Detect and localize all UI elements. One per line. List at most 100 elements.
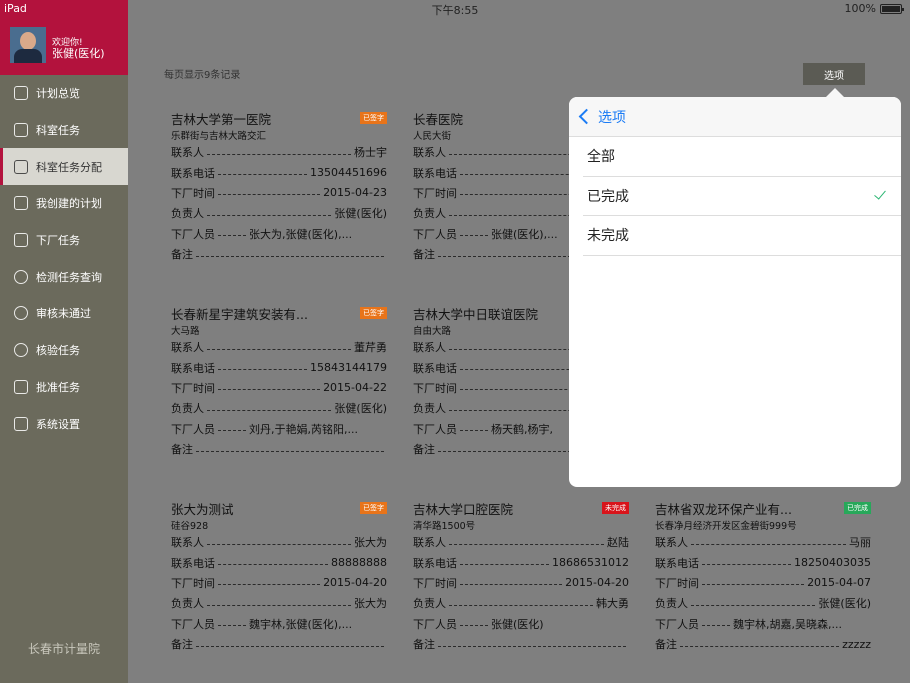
- filter-option-all[interactable]: 全部: [583, 137, 901, 177]
- field-row-note: 备注: [171, 439, 387, 459]
- option-label: 未完成: [587, 228, 629, 245]
- field-row-date: 下厂时间 2015-04-20: [413, 573, 629, 593]
- leader-line: [218, 584, 321, 586]
- field-value: 魏宇林,胡嘉,吴晓森,...: [733, 617, 842, 631]
- sidebar-item-dept-task-assign[interactable]: 科室任务分配: [0, 148, 128, 186]
- field-row-phone: 联系电话 18250403035: [655, 552, 871, 572]
- task-card[interactable]: 张大为测试 已签字 硅谷928 联系人 张大为 联系电话 88888888 下厂时间 2015-…: [171, 500, 387, 654]
- card-header: 张大为测试 已签字: [171, 500, 387, 517]
- sidebar-item-approve-tasks[interactable]: 批准任务: [0, 369, 128, 406]
- card-header: 吉林大学第一医院 已签字: [171, 110, 387, 127]
- leader-line: [218, 235, 246, 237]
- checkmark-icon: [874, 187, 886, 200]
- field-label: 联系电话: [655, 556, 699, 570]
- status-badge: 已签字: [360, 112, 387, 124]
- leader-line: [207, 348, 351, 350]
- field-row-note: 备注: [413, 634, 629, 654]
- task-card[interactable]: 长春新星宇建筑安装有... 已签字 大马路 联系人 董芹勇 联系电话 15843144179…: [171, 305, 387, 459]
- field-row-owner: 负责人 张健(医化): [171, 398, 387, 418]
- leader-line: [218, 564, 328, 566]
- task-card[interactable]: 吉林省双龙环保产业有... 已完成 长春净月经济开发区金碧街999号 联系人 马丽 联系电…: [655, 500, 871, 654]
- field-label: 下厂人员: [655, 617, 699, 631]
- sidebar-item-plan-overview[interactable]: 计划总览: [0, 75, 128, 112]
- task-card[interactable]: 吉林大学第一医院 已签字 乐群街与吉林大路交汇 联系人 杨士宇 联系电话 135044516…: [171, 110, 387, 264]
- leader-line: [196, 255, 384, 257]
- field-label: 备注: [413, 638, 435, 652]
- sidebar-item-verify-tasks[interactable]: 核验任务: [0, 332, 128, 369]
- card-address: 长春净月经济开发区金碧街999号: [655, 521, 797, 532]
- card-address: 乐群街与吉林大路交汇: [171, 131, 267, 142]
- card-header: 吉林大学口腔医院 未完成: [413, 500, 629, 517]
- field-row-note: 备注 zzzzz: [655, 634, 871, 654]
- field-label: 联系电话: [171, 166, 215, 180]
- sidebar-item-dept-tasks[interactable]: 科室任务: [0, 112, 128, 149]
- field-row-date: 下厂时间 2015-04-22: [171, 378, 387, 398]
- field-label: 备注: [655, 638, 677, 652]
- field-label: 负责人: [171, 597, 204, 611]
- inbox-icon: [14, 159, 28, 174]
- sidebar: 欢迎你! 张健(医化) 计划总览 科室任务 科室任务分配 我创建的计划 下厂任务…: [0, 0, 128, 683]
- sidebar-item-test-query[interactable]: 检测任务查询: [0, 258, 128, 295]
- popover-back-button[interactable]: 选项: [569, 97, 901, 137]
- field-row-contact: 联系人 赵陆: [413, 532, 629, 552]
- field-label: 下厂人员: [171, 227, 215, 241]
- sidebar-item-settings[interactable]: 系统设置: [0, 405, 128, 442]
- field-row-note: 备注: [171, 244, 387, 264]
- card-title: 吉林大学第一医院: [171, 111, 272, 127]
- option-label: 全部: [587, 149, 615, 166]
- avatar: [10, 27, 46, 63]
- leader-line: [460, 584, 563, 586]
- leader-line: [702, 584, 805, 586]
- leader-line: [207, 409, 332, 411]
- field-row-note: 备注: [171, 634, 387, 654]
- leader-line: [680, 645, 840, 647]
- field-label: 联系电话: [171, 361, 215, 375]
- factory-icon: [14, 233, 28, 248]
- card-title: 吉林大学口腔医院: [413, 501, 514, 517]
- chevron-left-icon: [578, 108, 595, 125]
- status-badge: 已签字: [360, 502, 387, 514]
- field-value: 2015-04-20: [323, 576, 387, 590]
- field-value: 魏宇林,张健(医化),...: [249, 617, 353, 631]
- sidebar-item-my-plans[interactable]: 我创建的计划: [0, 185, 128, 222]
- field-row-contact: 联系人 董芹勇: [171, 337, 387, 357]
- field-value: 2015-04-23: [323, 186, 387, 200]
- field-label: 联系人: [413, 341, 446, 355]
- field-label: 联系电话: [413, 361, 457, 375]
- leader-line: [702, 564, 792, 566]
- field-label: 负责人: [413, 597, 446, 611]
- options-button[interactable]: 选项: [803, 63, 865, 85]
- field-value: 张健(医化): [334, 207, 387, 221]
- card-address: 硅谷928: [171, 521, 209, 532]
- field-value: 2015-04-07: [807, 576, 871, 590]
- filter-option-incomplete[interactable]: 未完成: [583, 216, 901, 256]
- per-page-label: 每页显示9条记录: [164, 70, 241, 81]
- sidebar-item-factory-tasks[interactable]: 下厂任务: [0, 222, 128, 259]
- field-label: 联系人: [413, 146, 446, 160]
- field-label: 负责人: [171, 402, 204, 416]
- leader-line: [196, 450, 384, 452]
- battery-percent: 100%: [844, 2, 876, 15]
- leader-line: [218, 174, 308, 176]
- option-label: 已完成: [587, 188, 629, 205]
- field-value: 马丽: [849, 536, 871, 550]
- field-label: 下厂时间: [171, 576, 215, 590]
- battery-icon: [880, 3, 904, 14]
- sidebar-item-review-failed[interactable]: 审核未通过: [0, 295, 128, 332]
- filter-option-completed[interactable]: 已完成: [583, 177, 901, 216]
- field-value: 18686531012: [552, 556, 629, 570]
- field-label: 下厂人员: [171, 422, 215, 436]
- field-row-phone: 联系电话 88888888: [171, 552, 387, 572]
- sidebar-item-label: 我创建的计划: [36, 197, 102, 211]
- field-label: 下厂时间: [413, 381, 457, 395]
- approve-icon: [14, 379, 28, 394]
- field-value: 13504451696: [310, 166, 387, 180]
- field-label: 联系人: [171, 146, 204, 160]
- leader-line: [207, 153, 351, 155]
- task-card[interactable]: 吉林大学口腔医院 未完成 清华路1500号 联系人 赵陆 联系电话 18686531012 下…: [413, 500, 629, 654]
- field-label: 备注: [171, 443, 193, 457]
- field-value: 杨天鹤,杨宇,: [491, 422, 553, 436]
- field-label: 联系电话: [413, 166, 457, 180]
- leader-line: [218, 389, 321, 391]
- leader-line: [207, 214, 332, 216]
